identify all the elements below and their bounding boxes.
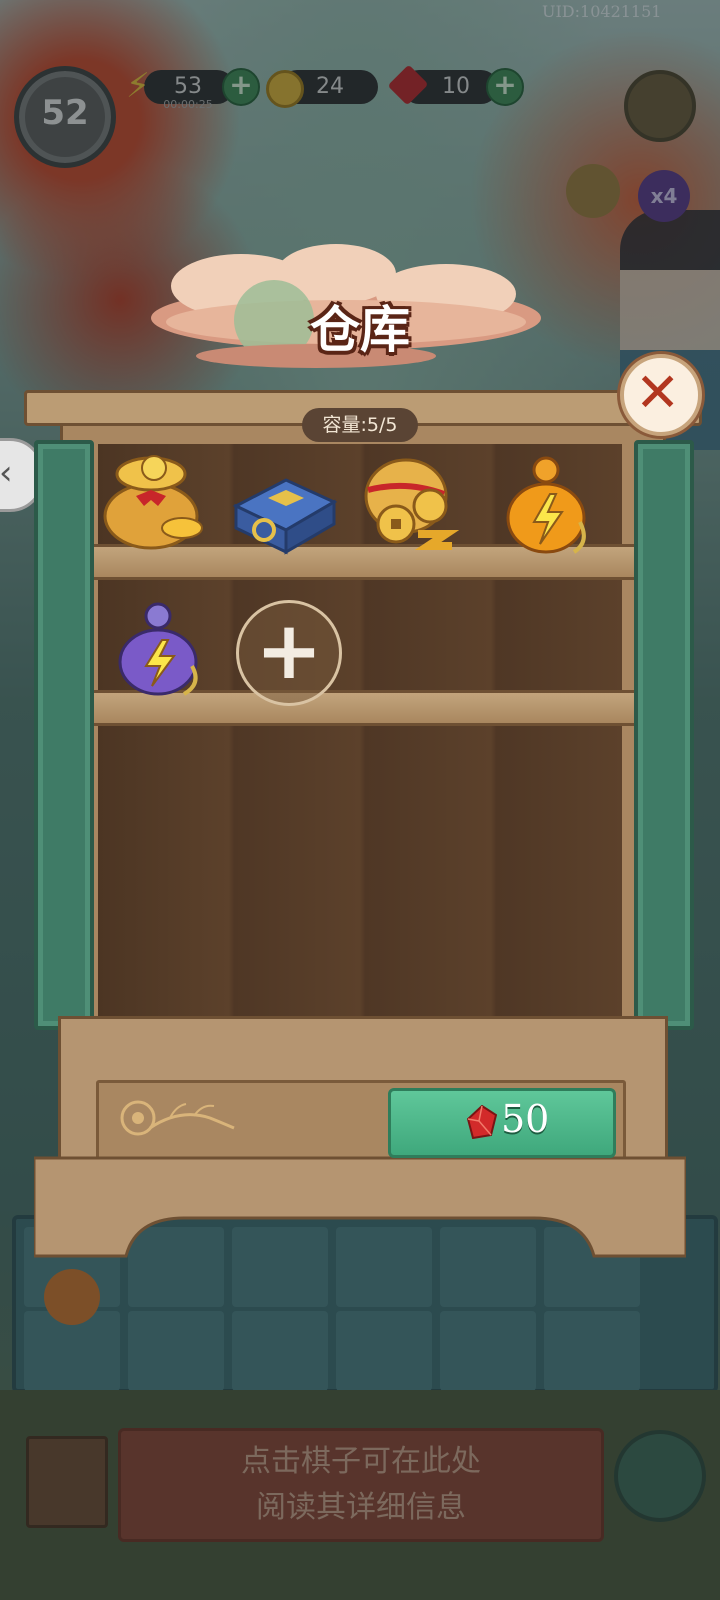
left-door (34, 440, 94, 1030)
coin-pouch-icon[interactable] (358, 450, 468, 560)
close-button[interactable]: ✕ (620, 354, 702, 436)
purple-lightning-gourd-icon[interactable] (106, 594, 216, 704)
gold-lightning-gourd-icon[interactable] (494, 452, 604, 562)
flower-carving-icon (120, 1100, 235, 1136)
gold-coin-bag-icon[interactable] (96, 446, 206, 556)
chevron-left-icon: ‹ (0, 453, 13, 493)
red-gem-icon (467, 1105, 497, 1139)
capacity-label: 容量:5/5 (302, 408, 418, 442)
cabinet-feet (34, 1156, 686, 1258)
blue-treasure-chest-icon[interactable] (230, 450, 340, 560)
buy-slot-button[interactable]: 50 (388, 1088, 616, 1158)
add-slot-button[interactable]: + (236, 600, 342, 706)
buy-price: 50 (501, 1097, 550, 1141)
right-door (634, 440, 694, 1030)
dialog-title: 仓库 (310, 300, 410, 359)
close-icon: ✕ (635, 361, 681, 424)
